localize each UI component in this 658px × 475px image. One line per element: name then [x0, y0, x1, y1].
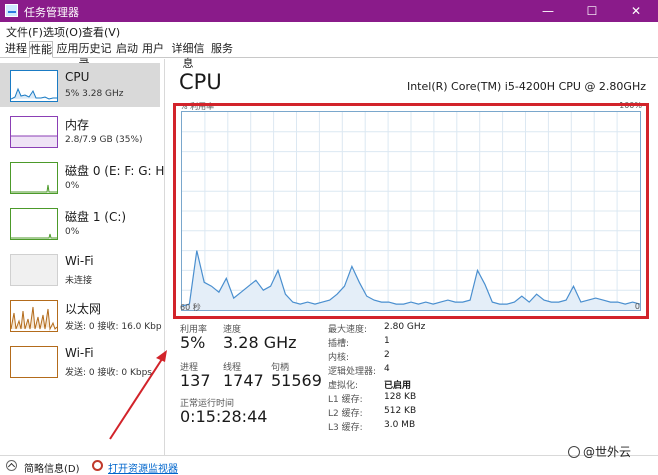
fewer-details-link[interactable]: 简略信息(D) [24, 460, 80, 475]
annotation-arrow [109, 350, 167, 440]
watermark: @世外云 [568, 443, 631, 460]
open-resource-monitor-link[interactable]: 打开资源监视器 [108, 460, 178, 475]
resource-monitor-icon [92, 460, 103, 471]
watermark-logo-icon [568, 446, 580, 458]
watermark-text: @世外云 [583, 445, 632, 459]
chevron-up-icon[interactable] [6, 460, 17, 471]
footer-bar: 简略信息(D) 打开资源监视器 [0, 455, 658, 475]
